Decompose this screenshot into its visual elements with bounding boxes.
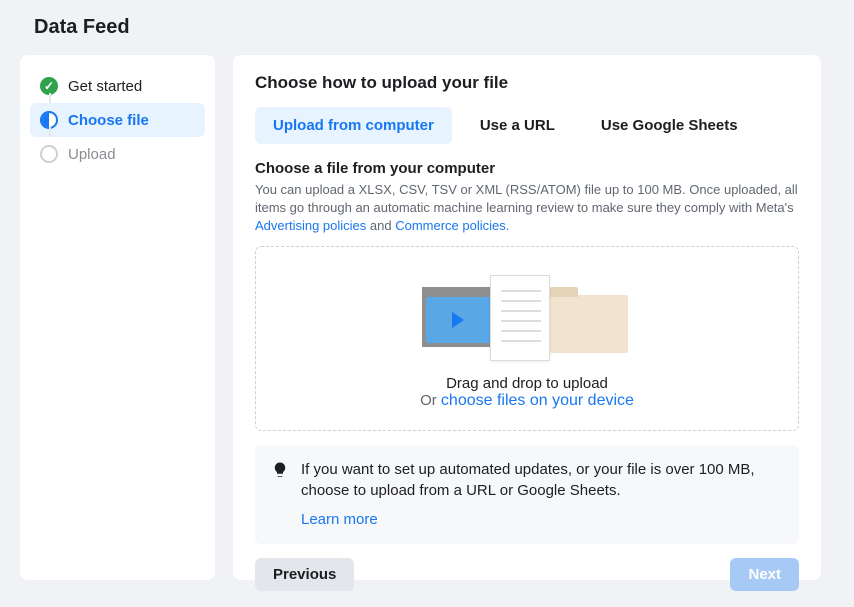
video-icon [422, 287, 494, 347]
step-upload[interactable]: Upload [30, 137, 205, 171]
learn-more-link[interactable]: Learn more [301, 509, 783, 530]
main-panel: Choose how to upload your file Upload fr… [233, 55, 821, 580]
sidebar: Get started Choose file Upload [20, 55, 215, 580]
choose-files-link[interactable]: choose files on your device [441, 392, 634, 409]
folder-icon [550, 295, 628, 353]
main-title: Choose how to upload your file [255, 73, 799, 93]
upload-tabs: Upload from computer Use a URL Use Googl… [255, 107, 799, 144]
tip-text: If you want to set up automated updates,… [301, 461, 755, 499]
document-icon [490, 275, 550, 361]
step-label: Upload [68, 146, 116, 163]
footer: Previous Next [255, 544, 799, 591]
drag-text: Drag and drop to upload [256, 375, 798, 392]
section-subhead: Choose a file from your computer [255, 160, 799, 177]
commerce-policies-link[interactable]: Commerce policies [395, 218, 506, 233]
help-text: You can upload a XLSX, CSV, TSV or XML (… [255, 181, 799, 236]
upload-illustration [422, 271, 632, 361]
tip-box: If you want to set up automated updates,… [255, 445, 799, 544]
page-title: Data Feed [34, 16, 834, 39]
tab-use-url[interactable]: Use a URL [462, 107, 573, 144]
empty-circle-icon [40, 145, 58, 163]
tab-upload-computer[interactable]: Upload from computer [255, 107, 452, 144]
next-button[interactable]: Next [730, 558, 799, 591]
lightbulb-icon [271, 461, 289, 479]
step-label: Get started [68, 78, 142, 95]
or-text: Or [420, 392, 441, 409]
step-choose-file[interactable]: Choose file [30, 103, 205, 137]
file-dropzone[interactable]: Drag and drop to upload Or choose files … [255, 246, 799, 431]
step-label: Choose file [68, 112, 149, 129]
step-get-started[interactable]: Get started [30, 69, 205, 103]
previous-button[interactable]: Previous [255, 558, 354, 591]
advertising-policies-link[interactable]: Advertising policies [255, 218, 366, 233]
tab-google-sheets[interactable]: Use Google Sheets [583, 107, 756, 144]
